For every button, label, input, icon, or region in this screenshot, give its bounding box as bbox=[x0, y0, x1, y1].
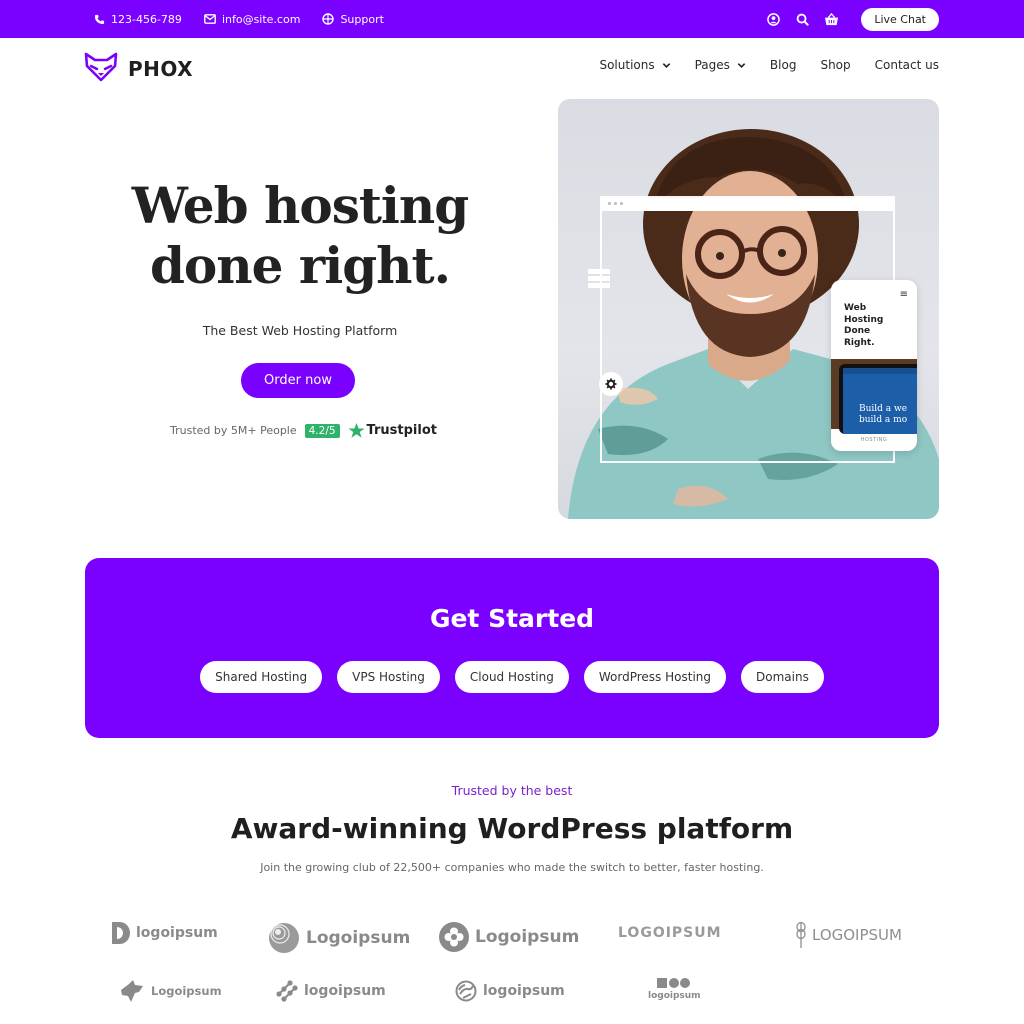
phone-icon bbox=[93, 13, 105, 25]
rating-badge: 4.2/5 bbox=[304, 423, 340, 438]
nav-item-solutions[interactable]: Solutions bbox=[599, 58, 670, 72]
fox-logo-icon bbox=[84, 52, 118, 86]
chevron-down-icon bbox=[662, 62, 670, 68]
logo-label: LOGOIPSUM bbox=[812, 926, 902, 944]
client-logo: LOGOIPSUM bbox=[796, 922, 902, 948]
logo-label: logoipsum bbox=[136, 925, 218, 941]
logo-label: Logoipsum bbox=[306, 928, 411, 948]
client-logo: logoipsum bbox=[112, 922, 218, 944]
trusted-eyebrow: Trusted by the best bbox=[451, 783, 573, 798]
hero-subtitle: The Best Web Hosting Platform bbox=[202, 323, 398, 338]
main-nav: Solutions Pages Blog Shop Contact us bbox=[599, 58, 939, 72]
phone-footer-label: HOSTING bbox=[860, 437, 888, 443]
hosting-options: Shared Hosting VPS Hosting Cloud Hosting… bbox=[85, 661, 939, 693]
shapes-logo-icon bbox=[657, 978, 691, 988]
server-icon bbox=[588, 269, 610, 288]
wheat-logo-icon bbox=[796, 922, 806, 948]
nav-item-blog[interactable]: Blog bbox=[770, 58, 797, 72]
trusted-text: Trusted by 5M+ People bbox=[170, 424, 297, 437]
trustpilot-logo[interactable]: Trustpilot bbox=[347, 422, 437, 439]
hero-title-line-2: done right. bbox=[149, 236, 451, 295]
get-started-panel: Get Started Shared Hosting VPS Hosting C… bbox=[85, 558, 939, 738]
vps-hosting-button[interactable]: VPS Hosting bbox=[337, 661, 440, 693]
email-address: info@site.com bbox=[221, 12, 301, 26]
envelope-icon bbox=[204, 13, 216, 25]
logo-label: Logoipsum bbox=[151, 984, 222, 998]
gear-icon bbox=[605, 378, 617, 390]
trusted-title: Award-winning WordPress platform bbox=[230, 812, 794, 845]
hamburger-icon: ≡ bbox=[899, 289, 908, 300]
email-link[interactable]: info@site.com bbox=[204, 12, 301, 26]
phone-mockup: ≡ Web Hosting Done Right. Build a we bui… bbox=[831, 280, 917, 451]
phone-heading: Web Hosting Done Right. bbox=[844, 303, 884, 348]
domains-button[interactable]: Domains bbox=[741, 661, 824, 693]
logo-label: logoipsum bbox=[304, 983, 386, 999]
order-now-button[interactable]: Order now bbox=[241, 363, 355, 398]
nav-label: Solutions bbox=[599, 58, 655, 72]
hero-title-line-1: Web hosting bbox=[131, 176, 470, 235]
client-logo: logoipsum bbox=[455, 980, 565, 1002]
client-logo: Logoipsum bbox=[439, 922, 579, 952]
dots-network-logo-icon bbox=[276, 980, 298, 1002]
brand-logo[interactable]: PHOX bbox=[84, 52, 193, 86]
globe-icon bbox=[322, 13, 335, 25]
striped-circle-logo-icon bbox=[455, 980, 477, 1002]
live-chat-button[interactable]: Live Chat bbox=[861, 7, 939, 31]
trusted-subtitle: Join the growing club of 22,500+ compani… bbox=[260, 861, 764, 874]
chevron-down-icon bbox=[737, 62, 746, 68]
half-circle-logo-icon bbox=[112, 922, 130, 944]
sphere-logo-icon bbox=[269, 923, 299, 953]
get-started-title: Get Started bbox=[429, 604, 595, 633]
brand-name: PHOX bbox=[128, 57, 194, 81]
support-label: Support bbox=[340, 12, 384, 26]
hero-image: ≡ Web Hosting Done Right. Build a we bui… bbox=[558, 99, 939, 519]
hero-title: Web hosting done right. bbox=[100, 176, 500, 296]
logo-label: Logoipsum bbox=[475, 927, 580, 947]
clover-logo-icon bbox=[439, 922, 469, 952]
client-logo: LOGOIPSUM bbox=[618, 925, 722, 941]
phone-link[interactable]: 123-456-789 bbox=[93, 13, 182, 26]
client-logo: logoipsum bbox=[276, 980, 386, 1002]
settings-button bbox=[599, 372, 623, 396]
trustpilot-label: Trustpilot bbox=[366, 423, 437, 438]
logo-label: logoipsum bbox=[648, 991, 701, 1001]
trust-row: Trusted by 5M+ People 4.2/5 Trustpilot bbox=[170, 422, 437, 439]
nav-item-contact[interactable]: Contact us bbox=[875, 58, 939, 72]
wordmark-logo: LOGOIPSUM bbox=[618, 925, 722, 941]
support-link[interactable]: Support bbox=[322, 12, 384, 26]
top-bar: 123-456-789 info@site.com Support Live C… bbox=[0, 0, 1024, 38]
user-icon[interactable] bbox=[766, 12, 781, 27]
cloud-hosting-button[interactable]: Cloud Hosting bbox=[454, 661, 569, 693]
shared-hosting-button[interactable]: Shared Hosting bbox=[200, 661, 323, 693]
nav-item-shop[interactable]: Shop bbox=[820, 58, 850, 72]
browser-toolbar bbox=[602, 198, 893, 211]
client-logo: Logoipsum bbox=[268, 922, 410, 954]
logo-label: logoipsum bbox=[483, 983, 565, 999]
animal-logo-icon bbox=[121, 980, 143, 1002]
wordpress-hosting-button[interactable]: WordPress Hosting bbox=[583, 661, 726, 693]
client-logo: Logoipsum bbox=[119, 980, 222, 1002]
nav-item-pages[interactable]: Pages bbox=[695, 58, 746, 72]
search-icon[interactable] bbox=[795, 12, 810, 27]
basket-icon[interactable] bbox=[824, 12, 839, 27]
nav-label: Pages bbox=[694, 58, 730, 72]
phone-screen-image: Build a we build a mo bbox=[831, 359, 917, 434]
phone-number: 123-456-789 bbox=[111, 12, 182, 26]
client-logo: logoipsum bbox=[648, 978, 701, 1001]
star-icon bbox=[347, 422, 365, 438]
